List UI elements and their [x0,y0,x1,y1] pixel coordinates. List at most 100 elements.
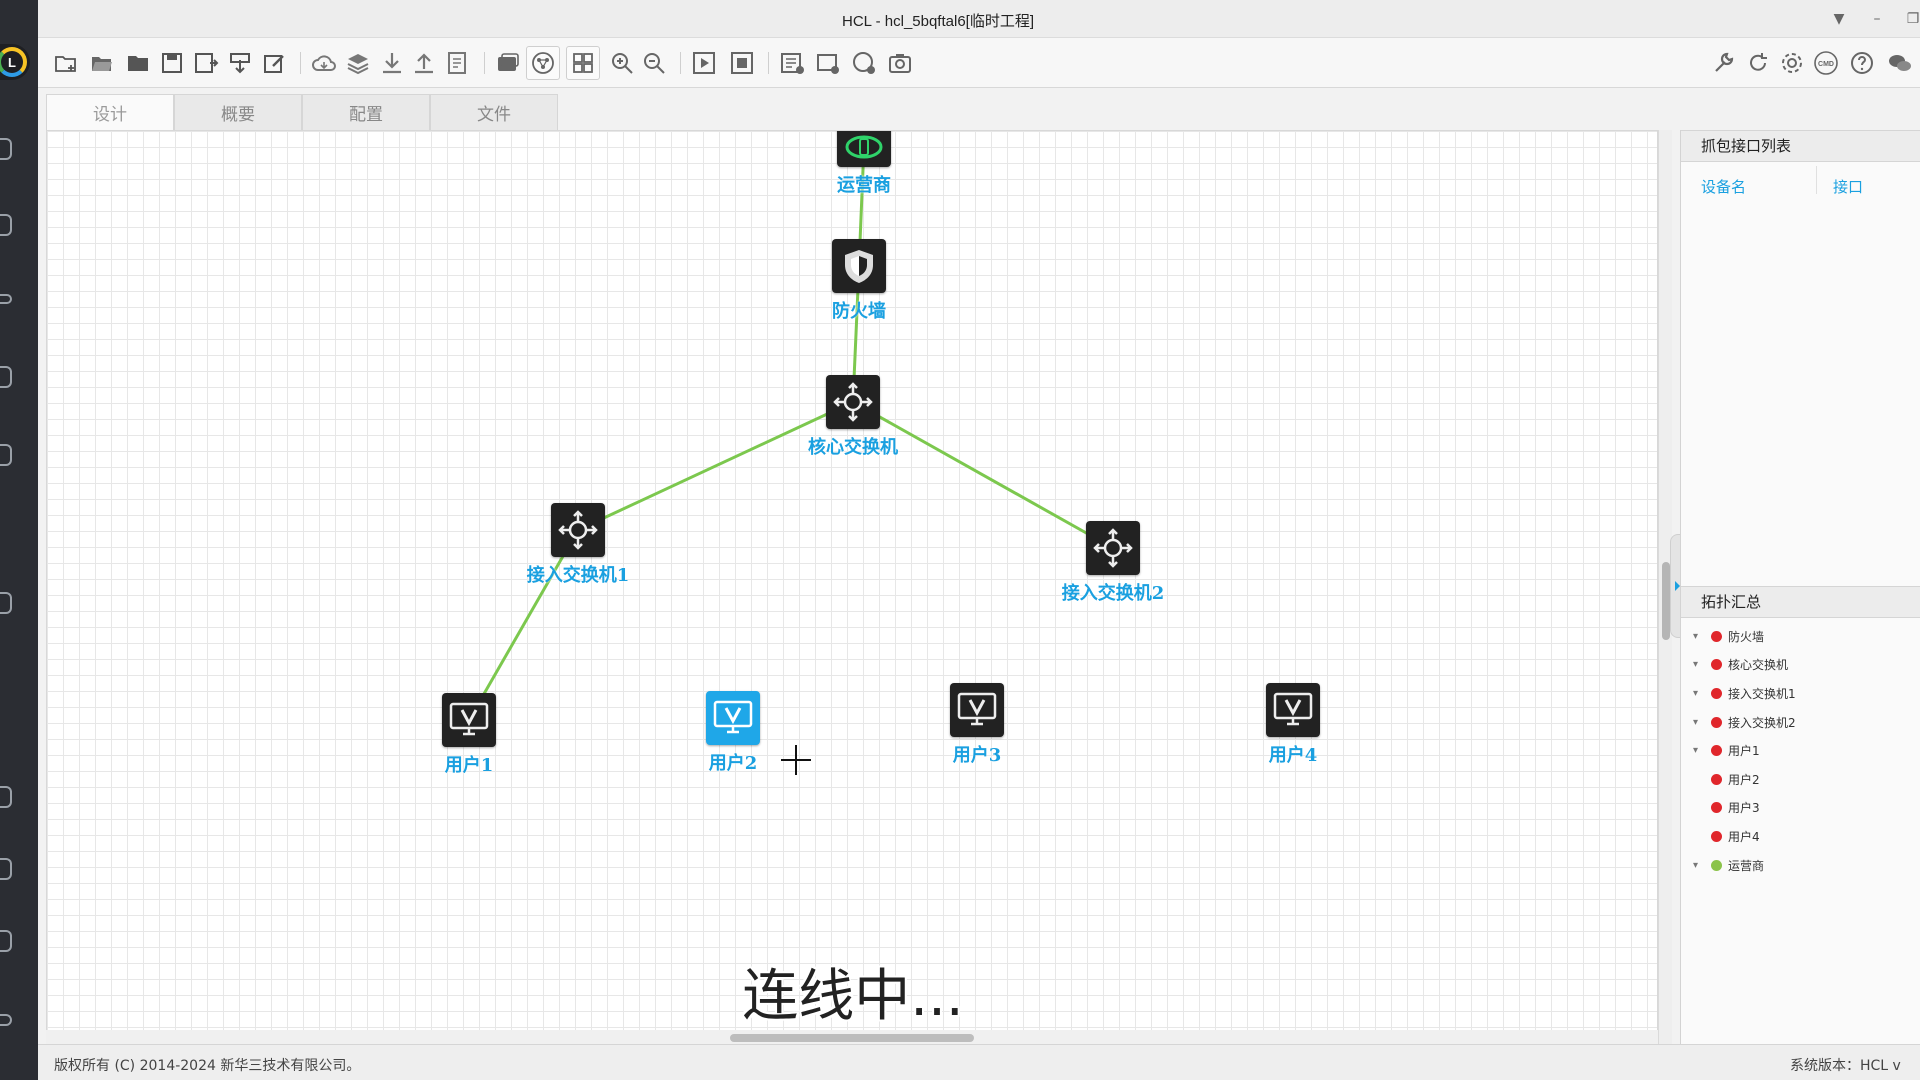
start-icon[interactable] [690,49,718,77]
topo-summary-item-label: 用户4 [1728,829,1760,844]
save-icon[interactable] [158,49,186,77]
hcl-logo-icon: L [0,47,27,77]
topo-summary-item[interactable]: ▾ 用户1 [1681,736,1920,765]
restore-button[interactable]: ❐ [1902,8,1920,30]
layers-icon[interactable] [344,49,372,77]
rail-misc-icon[interactable] [0,1014,12,1026]
minimize-button[interactable]: – [1866,8,1888,30]
tab-design[interactable]: 设计 [46,94,174,130]
capture-col-interface[interactable]: 接口 [1833,176,1863,197]
cloud-icon[interactable] [310,49,338,77]
wechat-icon[interactable] [1886,49,1914,77]
topo-summary-item[interactable]: ▾ 接入交换机1 [1681,679,1920,708]
screenshot-icon[interactable] [886,49,914,77]
cmd-icon[interactable]: CMD [1812,49,1840,77]
device-access-switch-1[interactable]: 接入交换机1 [508,503,648,587]
topo-summary-item[interactable]: 用户3 [1681,794,1920,823]
left-rail: L [0,0,38,1080]
topo-summary-item[interactable]: ▾ 核心交换机 [1681,651,1920,680]
stop-icon[interactable] [728,49,756,77]
rail-arrow-icon[interactable] [0,294,12,304]
chevron-down-icon[interactable]: ▾ [1693,860,1711,871]
topology-icon[interactable] [526,46,560,80]
zoom-out-icon[interactable] [640,49,668,77]
dropdown-icon[interactable]: ▼ [1828,8,1850,30]
topo-summary-item[interactable]: ▾ 运营商 [1681,851,1920,880]
topo-summary-item[interactable]: 用户4 [1681,822,1920,851]
status-dot-icon [1711,630,1722,642]
host-icon [950,683,1004,737]
topo-summary-item[interactable]: ▾ 防火墙 [1681,622,1920,651]
save-as-icon[interactable] [192,49,220,77]
device-access-switch-2[interactable]: 接入交换机2 [1043,521,1183,605]
chevron-down-icon[interactable]: ▾ [1693,688,1711,699]
crosshair-cursor-icon [781,745,811,775]
vertical-scroll-thumb[interactable] [1662,562,1670,640]
topo-summary-title: 拓扑汇总 [1681,586,1920,618]
rail-upload-icon[interactable] [0,786,12,808]
horizontal-scroll-thumb[interactable] [730,1034,974,1042]
add-circle-icon[interactable] [850,49,878,77]
device-firewall[interactable]: 防火墙 [789,239,929,323]
right-panel: 抓包接口列表 设备名 接口 拓扑汇总 ▾ 防火墙 ▾ 核心交换机 ▾ 接入交换机1 ▾ 接入交… [1680,130,1920,1044]
tab-config[interactable]: 配置 [302,94,430,130]
rail-device-icon[interactable] [0,138,12,160]
rail-host-icon[interactable] [0,366,12,388]
status-dot-icon [1711,659,1722,671]
topo-summary-item-label: 接入交换机1 [1728,686,1796,701]
firewall-icon [832,239,886,293]
chevron-down-icon[interactable]: ▾ [1693,631,1711,642]
import-icon[interactable] [226,49,254,77]
tools-icon[interactable] [1710,49,1738,77]
export-icon[interactable] [444,49,472,77]
hcl-logo: L [0,44,30,80]
open-project-icon[interactable] [88,49,116,77]
chevron-down-icon[interactable]: ▾ [1693,717,1711,728]
device-label: 运营商 [837,175,891,196]
rail-cloud-icon[interactable] [0,444,12,466]
topo-summary-item[interactable]: 用户2 [1681,765,1920,794]
topo-summary-list: ▾ 防火墙 ▾ 核心交换机 ▾ 接入交换机1 ▾ 接入交换机2 ▾ 用户1 用户2 用户3 用户4 ▾ 运营… [1681,622,1920,879]
horizontal-scrollbar[interactable] [46,1030,1658,1044]
download-icon[interactable] [378,49,406,77]
window-title: HCL - hcl_5bqftal6[临时工程] [841,13,1034,30]
device-label: 用户2 [708,753,758,774]
device-label: 用户1 [444,755,494,776]
switch-icon [1086,521,1140,575]
chevron-down-icon[interactable]: ▾ [1693,659,1711,670]
host-icon [706,691,760,745]
new-project-icon[interactable] [52,49,80,77]
add-rect-icon[interactable] [814,49,842,77]
list-icon[interactable] [778,49,806,77]
topo-summary-item-label: 核心交换机 [1728,658,1789,673]
open-folder-icon[interactable] [124,49,152,77]
chevron-down-icon[interactable]: ▾ [1693,745,1711,756]
capture-col-device[interactable]: 设备名 [1701,176,1746,197]
tab-files[interactable]: 文件 [430,94,558,130]
topo-summary-item[interactable]: ▾ 接入交换机2 [1681,708,1920,737]
upload-icon[interactable] [410,49,438,77]
topology-canvas[interactable]: 运营商 防火墙 核心交换机 接入交换机1 接入交换机2 用户1 用户2 用户3 … [46,130,1658,1044]
rail-monitor-icon[interactable] [0,592,12,614]
settings-icon[interactable] [1778,49,1806,77]
device-user-4[interactable]: 用户4 [1223,683,1363,767]
capture-image-icon[interactable] [494,49,522,77]
refresh-icon[interactable] [1744,49,1772,77]
grid-icon[interactable] [566,46,600,80]
device-isp[interactable]: 运营商 [794,131,934,197]
topo-summary-item-label: 用户1 [1728,744,1760,759]
video-caption: 连线中... [742,964,964,1029]
tab-overview[interactable]: 概要 [174,94,302,130]
capture-panel-title: 抓包接口列表 [1681,130,1920,162]
device-core-switch[interactable]: 核心交换机 [783,375,923,459]
edit-icon[interactable] [260,49,288,77]
help-icon[interactable] [1848,49,1876,77]
rail-circle-icon[interactable] [0,858,12,880]
rail-link-icon[interactable] [0,930,12,952]
device-label: 核心交换机 [808,437,898,458]
device-user-3[interactable]: 用户3 [907,683,1047,767]
zoom-in-icon[interactable] [608,49,636,77]
cloud-icon [837,131,891,167]
device-user-1[interactable]: 用户1 [399,693,539,777]
rail-switch-icon[interactable] [0,214,12,236]
